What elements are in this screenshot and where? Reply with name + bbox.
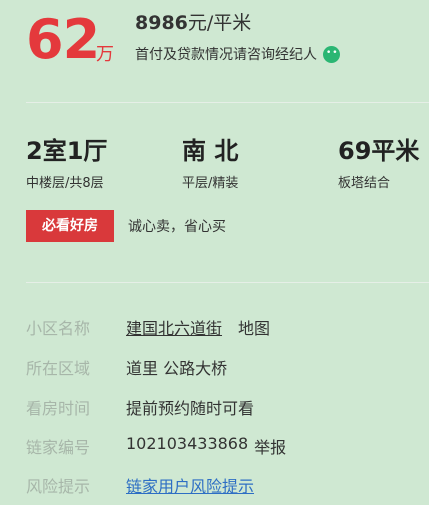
divider <box>26 102 429 103</box>
payment-note-text: 首付及贷款情况请咨询经纪人 <box>135 47 317 63</box>
unit-price-value: 8986 <box>135 12 188 34</box>
unit-price-unit: 元/平米 <box>187 12 252 34</box>
divider <box>26 282 429 283</box>
code-value: 102103433868 <box>126 434 249 453</box>
info-row-risk: 风险提示 链家用户风险提示 <box>26 473 254 497</box>
viewing-label: 看房时间 <box>26 399 91 418</box>
attr-orientation: 南 北 平层/精装 <box>182 136 238 191</box>
info-row-viewing: 看房时间 提前预约随时可看 <box>26 395 254 419</box>
info-row-code: 链家编号 102103433868 举报 <box>26 434 286 458</box>
must-see-badge: 必看好房 <box>26 210 114 242</box>
attr-orientation-sub: 平层/精装 <box>182 176 239 191</box>
wechat-chat-icon[interactable] <box>323 45 340 63</box>
community-link[interactable]: 建国北六道街 <box>126 315 222 339</box>
unit-price: 8986元/平米 <box>135 8 251 35</box>
report-link[interactable]: 举报 <box>254 434 286 458</box>
attr-size-main: 69平米 <box>338 137 420 165</box>
payment-note[interactable]: 首付及贷款情况请咨询经纪人 <box>135 44 340 64</box>
total-price-unit: 万 <box>96 44 114 65</box>
area-label: 所在区域 <box>26 359 91 378</box>
risk-label: 风险提示 <box>26 477 91 496</box>
map-link[interactable]: 地图 <box>238 315 270 339</box>
attr-size: 69平米 板塔结合 <box>338 136 419 191</box>
attr-orientation-main: 南 北 <box>182 137 239 165</box>
info-row-area: 所在区域 道里 公路大桥 <box>26 355 227 379</box>
attr-room-main: 2室1厅 <box>26 137 108 165</box>
community-label: 小区名称 <box>26 319 91 338</box>
info-row-community: 小区名称 建国北六道街 地图 <box>26 315 270 339</box>
tag-row: 必看好房 诚心卖，省心买 <box>26 210 226 242</box>
viewing-value: 提前预约随时可看 <box>126 399 255 418</box>
attr-room: 2室1厅 中楼层/共8层 <box>26 136 107 191</box>
attr-room-sub: 中楼层/共8层 <box>26 176 104 191</box>
total-price-value: 62 <box>26 8 100 71</box>
area-value[interactable]: 道里 公路大桥 <box>126 355 227 379</box>
total-price: 62 <box>26 8 100 72</box>
tag-description: 诚心卖，省心买 <box>128 219 226 235</box>
code-label: 链家编号 <box>26 438 91 457</box>
risk-link[interactable]: 链家用户风险提示 <box>126 473 254 497</box>
attr-size-sub: 板塔结合 <box>338 176 391 191</box>
